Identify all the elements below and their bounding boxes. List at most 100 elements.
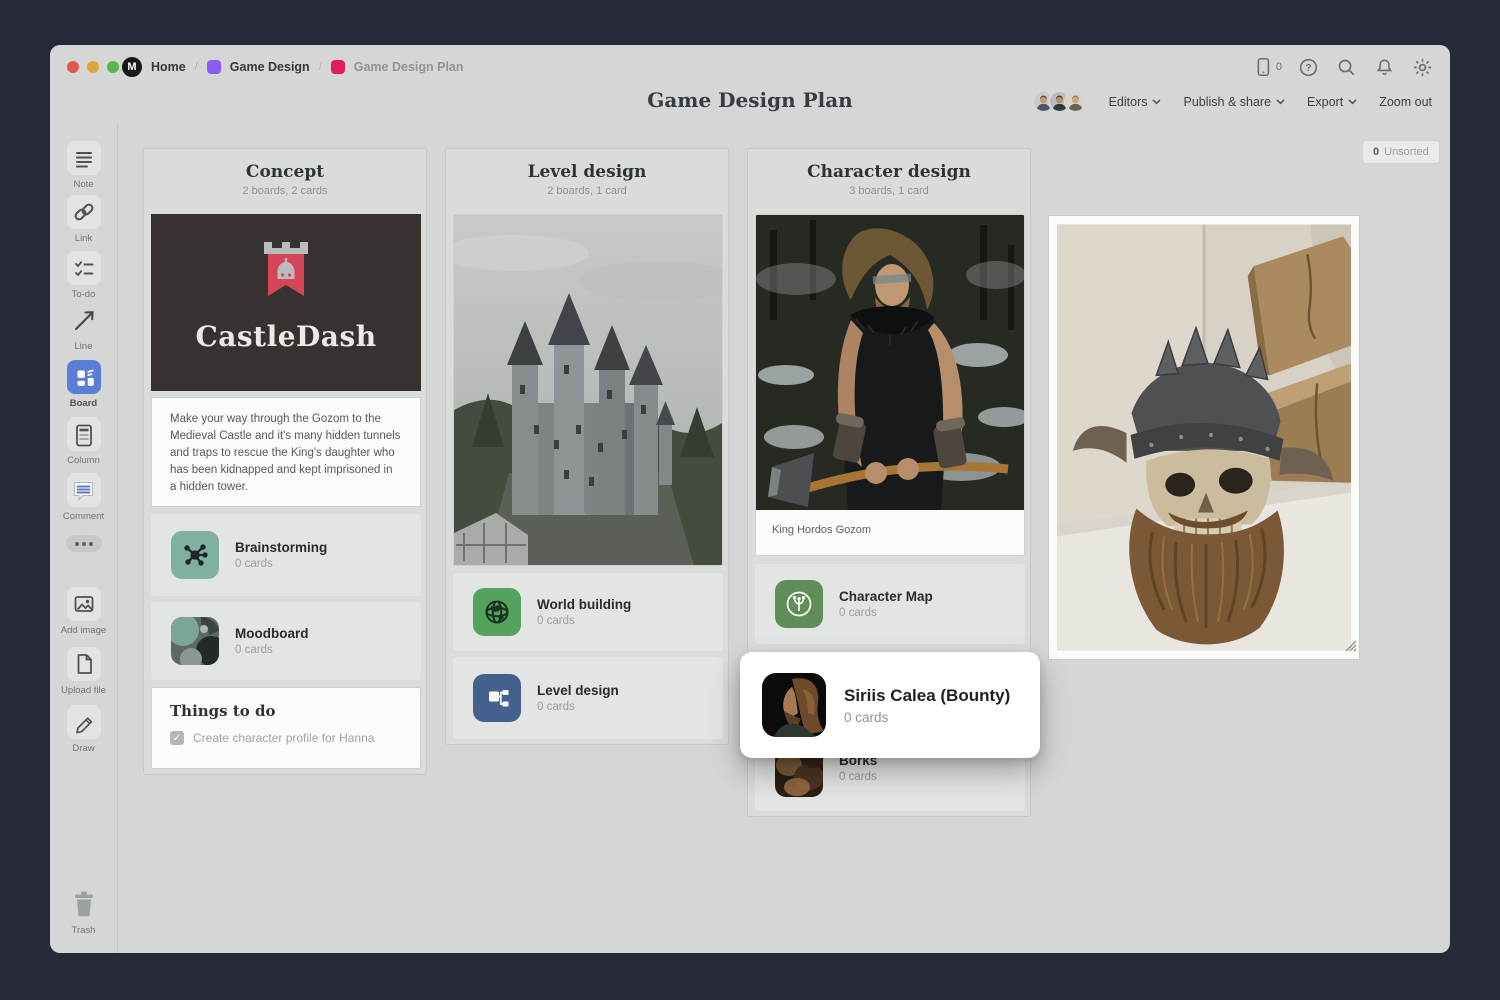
publish-share-label: Publish & share [1183,94,1272,109]
zoom-out-label: Zoom out [1379,94,1432,109]
settings-button[interactable] [1411,56,1434,79]
column-title[interactable]: Character design [748,162,1030,182]
column-level-design[interactable]: Level design 2 boards, 1 card World buil… [445,148,729,745]
tool-trash[interactable]: Trash [50,887,117,936]
castle-photo-card[interactable] [453,214,723,566]
sidebar-divider [117,123,118,953]
minimize-window-button[interactable] [87,61,99,73]
column-concept[interactable]: Concept 2 boards, 2 cards CastleDash Mak… [143,148,427,775]
search-button[interactable] [1335,56,1358,79]
gear-icon [1413,58,1432,76]
tool-column[interactable]: Column [50,417,117,466]
board-icon [76,369,94,386]
publish-share-menu[interactable]: Publish & share [1183,95,1285,109]
breadcrumb-separator: / [194,61,198,73]
castledash-logo-card[interactable]: CastleDash [151,214,421,391]
column-icon [75,424,92,447]
export-menu[interactable]: Export [1307,95,1357,109]
unsorted-count: 0 [1373,146,1380,158]
svg-text:?: ? [1305,62,1311,73]
bell-icon [1376,58,1393,75]
tool-label: Link [74,233,93,244]
tool-label: Upload file [61,685,106,696]
board-color-icon [330,60,345,74]
todo-card[interactable]: Things to do ✓ Create character profile … [151,687,421,769]
column-title[interactable]: Concept [144,162,426,182]
world-building-icon [473,588,521,636]
column-title[interactable]: Level design [446,162,728,182]
brainstorming-icon [171,531,219,579]
dragged-board-card-siriis-calea[interactable]: Siriis Calea (Bounty) 0 cards [740,652,1040,758]
mobile-count: 0 [1275,61,1282,73]
tool-upload-file[interactable]: Upload file [50,647,117,696]
board-name: World building [537,597,632,612]
viking-skull-photo [1057,224,1351,651]
column-subtitle: 2 boards, 1 card [547,185,627,197]
tool-link[interactable]: Link [50,195,117,244]
breadcrumb-home[interactable]: Home [151,60,186,74]
notifications-button[interactable] [1373,56,1396,79]
moodboard-thumbnail [171,617,219,665]
todo-icon [74,261,93,277]
unsorted-badge[interactable]: 0 Unsorted [1362,140,1440,164]
editor-avatars[interactable] [1031,90,1087,113]
board-name: Moodboard [235,626,309,641]
board-item-world-building[interactable]: World building 0 cards [453,573,723,651]
top-bar: M Home / Game Design / Game Design Plan … [50,45,1450,89]
tool-board[interactable]: Board [50,360,117,409]
king-hordos-photo-card[interactable]: King Hordos Gozom [755,214,1025,556]
board-name: Level design [537,683,619,698]
tool-label: Note [73,179,94,190]
line-arrow-icon [74,311,94,331]
zoom-out-button[interactable]: Zoom out [1379,95,1432,109]
milanote-logo-icon[interactable]: M [122,57,142,77]
tool-label: Add image [60,625,107,636]
todo-title: Things to do [170,702,276,720]
close-window-button[interactable] [67,61,79,73]
help-icon: ? [1299,58,1318,76]
dragged-card-count: 0 cards [844,709,889,725]
tool-label: Trash [71,925,96,936]
board-item-character-map[interactable]: Character Map 0 cards [755,564,1025,644]
resize-handle[interactable] [1343,638,1357,657]
board-item-brainstorming[interactable]: Brainstorming 0 cards [151,514,421,596]
board-color-icon [206,60,221,74]
upload-file-icon [77,654,92,674]
concept-note-card[interactable]: Make your way through the Gozom to the M… [151,397,421,507]
tool-todo[interactable]: To-do [50,251,117,300]
todo-checkbox-checked[interactable]: ✓ [170,731,184,745]
tool-draw[interactable]: Draw [50,705,117,754]
board-name: Brainstorming [235,540,328,555]
comment-icon [74,481,93,501]
app-window: M Home / Game Design / Game Design Plan … [50,45,1450,953]
level-design-icon [473,674,521,722]
board-count: 0 cards [235,558,273,570]
skull-photo-card[interactable] [1048,215,1360,660]
tool-line[interactable]: Line [50,303,117,352]
tool-label: Line [74,341,93,352]
tool-add-image[interactable]: Add image [50,587,117,636]
maximize-window-button[interactable] [107,61,119,73]
tool-note[interactable]: Note [50,141,117,190]
photo-caption: King Hordos Gozom [772,524,872,536]
board-item-level-design[interactable]: Level design 0 cards [453,657,723,739]
mobile-app-button[interactable]: 0 [1251,55,1282,79]
trash-icon [74,891,93,917]
add-image-icon [74,596,93,612]
help-button[interactable]: ? [1297,56,1320,79]
unsorted-label: Unsorted [1384,146,1429,158]
tool-label: Column [67,455,100,466]
breadcrumb-game-design[interactable]: Game Design [230,60,310,74]
editors-menu[interactable]: Editors [1109,95,1162,109]
board-name: Character Map [839,589,933,604]
mobile-icon [1257,57,1270,77]
breadcrumb-separator: / [318,61,322,73]
tool-label: Board [69,398,98,409]
board-count: 0 cards [537,615,575,627]
note-text: Make your way through the Gozom to the M… [170,413,401,493]
tool-more[interactable] [50,535,117,552]
tool-comment[interactable]: Comment [50,473,117,522]
character-map-icon [775,580,823,628]
tool-label: To-do [71,289,96,300]
board-item-moodboard[interactable]: Moodboard 0 cards [151,602,421,680]
